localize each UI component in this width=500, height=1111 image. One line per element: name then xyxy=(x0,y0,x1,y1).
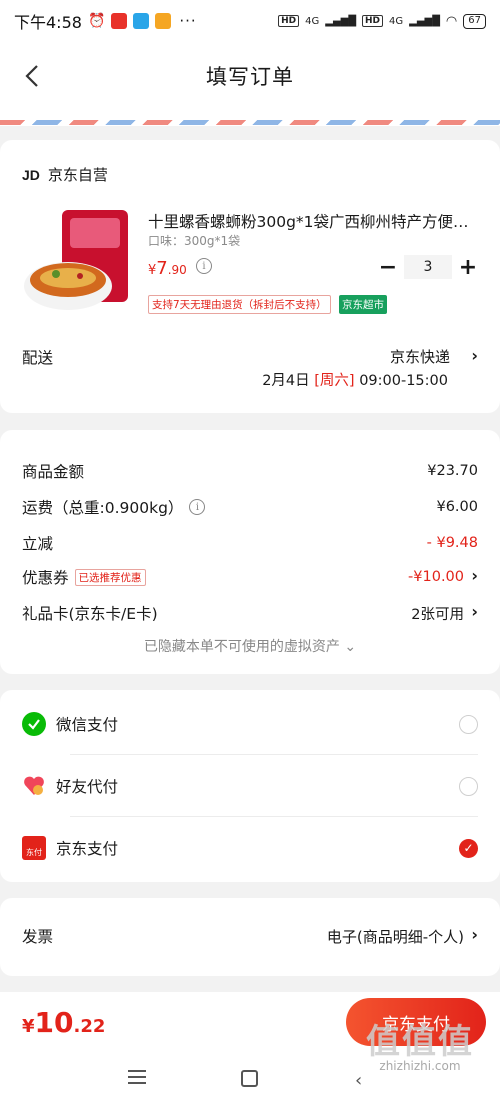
giftcard-row[interactable]: 礼品卡(京东卡/E卡) 2张可用 › xyxy=(22,602,478,624)
header: 填写订单 xyxy=(0,42,500,110)
system-nav-bar: ‹ xyxy=(0,1070,500,1091)
divider xyxy=(70,754,478,755)
info-icon[interactable]: i xyxy=(196,258,212,274)
freight-value: ¥6.00 xyxy=(436,499,478,515)
app-notification-icon-2 xyxy=(133,13,150,29)
nav-back-icon[interactable]: ‹ xyxy=(355,1070,362,1091)
goods-amount-value: ¥23.70 xyxy=(427,463,478,479)
watermark-logo: 值值值 xyxy=(366,1022,474,1062)
freight-info-icon[interactable]: i xyxy=(189,499,206,515)
invoice-card[interactable]: 发票 电子(商品明细-个人) › xyxy=(0,898,500,976)
goods-amount-label: 商品金额 xyxy=(22,463,85,481)
increase-quantity-button[interactable]: + xyxy=(456,255,480,280)
delivery-window: 09:00-15:00 xyxy=(359,373,448,389)
wechat-radio[interactable] xyxy=(459,714,478,734)
product-title[interactable]: 十里螺香螺蛳粉300g*1袋广西柳州特产方便速食 xyxy=(148,210,478,232)
payment-option-friend[interactable]: 好友代付 xyxy=(22,766,478,806)
chevron-right-icon[interactable]: › xyxy=(471,346,478,365)
coupon-label: 优惠券 xyxy=(22,569,69,587)
payment-option-jd[interactable]: 东付 京东支付 ✓ xyxy=(22,828,478,868)
giftcard-label: 礼品卡(京东卡/E卡) xyxy=(22,605,158,623)
bottom-bar: ¥10.22 京东支付 值值值 zhizhizhi.com ‹ xyxy=(0,992,500,1111)
quantity-stepper: − 3 + xyxy=(376,255,480,280)
price-integer: 7 xyxy=(156,258,168,279)
total-currency: ¥ xyxy=(22,1016,35,1037)
coupon-chevron-icon[interactable]: › xyxy=(471,566,478,585)
status-bar: 下午4:58 ⏰ ··· HD 4G ▂▄▆█ HD 4G ▂▄▆█ ◠ 67 xyxy=(0,0,500,42)
friend-pay-label: 好友代付 xyxy=(56,778,119,796)
hidden-assets-toggle[interactable]: 已隐藏本单不可使用的虚拟资产 ⌄ xyxy=(0,636,500,656)
jd-pay-icon-text: 东付 xyxy=(26,848,42,857)
app-notification-icon xyxy=(111,13,128,29)
shop-header: JD 京东自营 xyxy=(22,164,108,185)
wechat-icon xyxy=(22,712,46,736)
discount-row: 立减 - ¥9.48 xyxy=(22,532,478,554)
radio-selected-icon[interactable]: ✓ xyxy=(459,838,478,858)
freight-label: 运费（总重:0.900kg） xyxy=(22,499,184,517)
shipping-label: 配送 xyxy=(22,349,54,367)
jd-pay-icon: 东付 xyxy=(22,836,46,860)
delivery-weekday: [周六] xyxy=(314,373,355,389)
invoice-chevron-icon[interactable]: › xyxy=(471,925,478,944)
app-notification-icon-3 xyxy=(155,13,172,29)
alarm-icon: ⏰ xyxy=(87,13,106,29)
giftcard-chevron-icon[interactable]: › xyxy=(471,602,478,621)
shop-name: 京东自营 xyxy=(47,166,108,184)
discount-value: - ¥9.48 xyxy=(426,535,478,551)
hd-icon-2: HD xyxy=(362,15,384,27)
page-title: 填写订单 xyxy=(206,65,294,89)
payment-method-card: 微信支付 好友代付 东付 京东支付 ✓ xyxy=(0,690,500,882)
network-label-2: 4G xyxy=(389,15,404,27)
decrease-quantity-button[interactable]: − xyxy=(376,255,400,280)
order-item-card: JD 京东自营 十里螺香螺蛳粉300g*1袋广西柳州特产方便速食 口味：300g… xyxy=(0,140,500,413)
cost-summary-card: 商品金额 ¥23.70 运费（总重:0.900kg） i ¥6.00 立减 - … xyxy=(0,430,500,674)
status-time: 下午4:58 xyxy=(14,13,82,32)
total-decimal: .22 xyxy=(73,1016,106,1037)
return-policy-tag: 支持7天无理由退货（拆封后不支持） xyxy=(148,295,331,314)
back-arrow-icon[interactable] xyxy=(22,64,44,88)
product-spec: 口味：300g*1袋 xyxy=(148,234,241,248)
divider xyxy=(70,816,478,817)
shipping-method[interactable]: 京东快递 xyxy=(390,346,450,367)
product-image[interactable] xyxy=(22,208,132,318)
coupon-row[interactable]: 优惠券 已选推荐优惠 -¥10.00 › xyxy=(22,566,478,588)
friend-pay-radio[interactable] xyxy=(459,776,478,796)
jd-logo: JD xyxy=(22,166,40,183)
watermark: 值值值 zhizhizhi.com xyxy=(350,1014,490,1073)
freight-row: 运费（总重:0.900kg） i ¥6.00 xyxy=(22,496,478,518)
signal-icon: ▂▄▆█ xyxy=(325,15,357,27)
hd-icon: HD xyxy=(278,15,300,27)
friend-pay-icon xyxy=(22,774,46,798)
recent-apps-icon[interactable] xyxy=(128,1070,146,1084)
product-price: ¥7.90 xyxy=(148,258,187,279)
wechat-label: 微信支付 xyxy=(56,716,119,734)
invoice-label: 发票 xyxy=(22,928,54,946)
discount-label: 立减 xyxy=(22,535,54,553)
quantity-value[interactable]: 3 xyxy=(404,255,452,279)
delivery-date: 2月4日 xyxy=(262,373,310,389)
price-decimal: .90 xyxy=(167,263,187,277)
wifi-icon: ◠ xyxy=(445,13,458,29)
coupon-value: -¥10.00 xyxy=(408,569,464,585)
network-label: 4G xyxy=(305,15,320,27)
invoice-value: 电子(商品明细-个人) xyxy=(326,927,464,946)
order-total: ¥10.22 xyxy=(22,1006,105,1039)
envelope-border xyxy=(0,110,500,126)
more-notifications-icon: ··· xyxy=(179,12,197,30)
delivery-time[interactable]: 2月4日 [周六] 09:00-15:00 xyxy=(262,369,448,390)
goods-amount-row: 商品金额 ¥23.70 xyxy=(22,460,478,482)
home-icon[interactable] xyxy=(241,1070,258,1087)
jd-pay-label: 京东支付 xyxy=(56,840,119,858)
invoice-row[interactable]: 发票 电子(商品明细-个人) › xyxy=(22,925,478,947)
signal-icon-2: ▂▄▆█ xyxy=(409,15,440,27)
envelope-stripe xyxy=(0,120,500,125)
payment-option-wechat[interactable]: 微信支付 xyxy=(22,704,478,744)
jd-supermarket-tag: 京东超市 xyxy=(339,295,387,314)
battery-icon: 67 xyxy=(463,13,486,29)
coupon-recommended-tag: 已选推荐优惠 xyxy=(74,568,146,586)
giftcard-value: 2张可用 xyxy=(411,606,464,623)
total-integer: 10 xyxy=(34,1006,74,1039)
